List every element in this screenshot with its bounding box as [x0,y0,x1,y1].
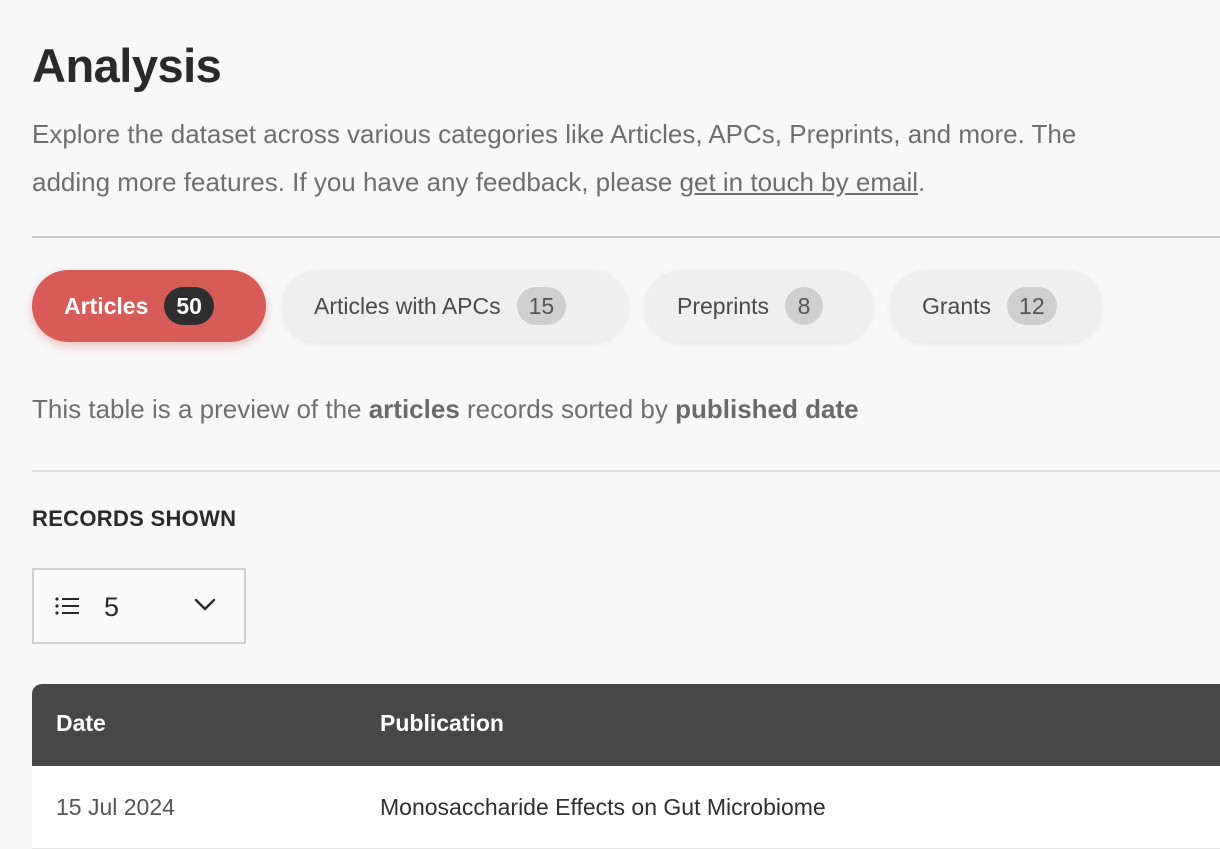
preview-sort-field: published date [675,394,859,424]
table-row[interactable]: 15 Jul 2024 Monosaccharide Effects on Gu… [32,766,1220,849]
tab-label: Grants [922,292,992,319]
records-shown-value: 5 [104,592,120,622]
chevron-down-icon [194,598,216,617]
tab-label: Preprints [677,292,770,319]
tab-label: Articles [64,292,149,319]
tab-count-badge: 15 [516,287,567,325]
tab-label: Articles with APCs [314,292,501,319]
preview-entity: articles [368,394,460,424]
column-header-date[interactable]: Date [56,710,106,737]
tab-articles[interactable]: Articles 50 [32,270,266,342]
records-shown-select[interactable]: 5 [32,568,246,644]
tab-preprints[interactable]: Preprints 8 [645,270,873,342]
cell-date: 15 Jul 2024 [56,794,175,820]
page-title: Analysis [32,39,222,92]
email-contact-link[interactable]: get in touch by email [680,167,918,197]
table-header: Date Publication [32,684,1220,766]
records-table: Date Publication 15 Jul 2024 Monosacchar… [32,684,1220,849]
intro-line-2: adding more features. If you have any fe… [32,158,1220,206]
cell-publication: Monosaccharide Effects on Gut Microbiome [380,794,826,820]
tab-articles-with-apcs[interactable]: Articles with APCs 15 [282,270,628,342]
table-preview-description: This table is a preview of the articles … [32,394,859,425]
records-shown-label: RECORDS SHOWN [32,506,237,531]
intro-line-2-prefix: adding more features. If you have any fe… [32,167,680,197]
divider [32,470,1220,472]
intro-text: Explore the dataset across various categ… [32,110,1220,206]
column-header-publication[interactable]: Publication [380,710,504,737]
intro-line-2-suffix: . [918,167,926,197]
tab-count-badge: 50 [164,287,214,325]
tab-count-badge: 8 [785,287,824,325]
divider [32,236,1220,238]
intro-line-1: Explore the dataset across various categ… [32,119,1077,149]
tab-count-badge: 12 [1007,287,1057,325]
preview-middle: records sorted by [459,394,676,424]
list-icon [54,596,80,621]
preview-prefix: This table is a preview of the [32,394,369,424]
tab-grants[interactable]: Grants 12 [890,270,1102,342]
